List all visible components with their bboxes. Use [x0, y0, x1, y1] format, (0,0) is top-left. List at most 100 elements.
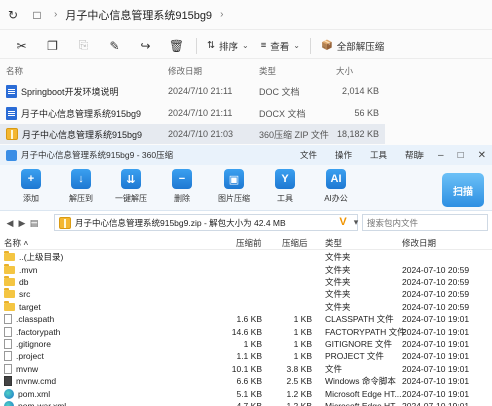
back-icon[interactable]: ◀: [4, 218, 16, 229]
archive-row[interactable]: .mvn 文件夹 2024-07-10 20:59: [0, 263, 492, 275]
file-type: 360压缩 ZIP 文件: [259, 129, 329, 140]
share-icon: ↪: [140, 38, 151, 53]
archive-row[interactable]: target 文件夹 2024-07-10 20:59: [0, 300, 492, 313]
path-bar: ◀ ▶ ▤ 月子中心信息管理系统915bg9.zip - 解包大小为 42.4 …: [0, 212, 492, 234]
menu-file[interactable]: 文件: [300, 149, 317, 161]
path-text: 月子中心信息管理系统915bg9.zip - 解包大小为 42.4 MB: [75, 217, 286, 228]
archive-row[interactable]: .classpath 1.6 KB 1 KB CLASSPATH 文件 2024-07-…: [0, 313, 492, 325]
column-date[interactable]: 修改日期: [168, 65, 202, 77]
divider: [309, 37, 311, 54]
row-type: Microsoft Edge HT...: [325, 400, 402, 406]
file-type: DOC 文档: [259, 86, 300, 97]
row-type: Windows 命令脚本: [325, 376, 396, 387]
file-size: 18,182 KB: [336, 129, 379, 139]
column-size[interactable]: 大小: [336, 65, 353, 77]
close-icon[interactable]: ✕: [478, 150, 486, 161]
column-before[interactable]: 压缩前: [236, 237, 262, 249]
archive-row[interactable]: .gitignore 1 KB 1 KB GITIGNORE 文件 2024-07-10…: [0, 338, 492, 350]
extract-icon: 📦: [320, 40, 333, 51]
menu-icon[interactable]: ≡: [418, 150, 424, 161]
edge-icon: [4, 400, 14, 406]
row-size-after: 1 KB: [293, 351, 312, 362]
chevron-right-icon: ›: [54, 9, 58, 20]
column-modified[interactable]: 修改日期: [402, 237, 436, 249]
ai-office-button[interactable]: AI AI办公: [314, 169, 358, 209]
one-click-extract-button[interactable]: ⇊ 一键解压: [109, 169, 153, 209]
search-input[interactable]: [367, 217, 487, 228]
menu-tools[interactable]: 工具: [370, 149, 387, 161]
breadcrumb: › 月子中心信息管理系统915bg9 ›: [54, 7, 223, 23]
column-name[interactable]: 名称 ˄: [4, 237, 28, 249]
file-name: 月子中心信息管理系统915bg9: [22, 129, 143, 140]
row-name: .project: [16, 351, 44, 362]
row-name: pom.xml: [18, 388, 51, 399]
extract-to-button[interactable]: ↓ 解压到: [59, 169, 103, 209]
up-folder-icon[interactable]: ▤: [28, 218, 40, 229]
scan-button[interactable]: 扫描: [442, 173, 484, 207]
menu-bar: 文件 操作 工具 帮助: [300, 145, 422, 165]
minimize-icon[interactable]: –: [438, 150, 444, 161]
row-size-before: 14.6 KB: [231, 326, 262, 337]
file-row-selected[interactable]: 月子中心信息管理系统915bg9 2024/7/10 21:03 360压缩 Z…: [0, 124, 385, 144]
delete-icon: −: [172, 169, 192, 189]
word-doc-icon: [6, 84, 17, 98]
file-row[interactable]: Springboot开发环境说明 2024/7/10 21:11 DOC 文档 …: [0, 81, 385, 101]
monitor-icon[interactable]: □: [30, 8, 44, 22]
extract-all-button[interactable]: 📦 全部解压缩: [315, 35, 390, 57]
tools-label: 工具: [277, 194, 293, 203]
add-label: 添加: [23, 194, 39, 203]
row-type: Microsoft Edge HT...: [325, 388, 402, 399]
view-button[interactable]: ≡ 查看 ⌄: [255, 35, 306, 57]
delete-button[interactable]: 🗑: [161, 35, 192, 57]
menu-operate[interactable]: 操作: [335, 149, 352, 161]
forward-icon[interactable]: ▶: [16, 218, 28, 229]
view-label: 查看: [270, 41, 290, 53]
rename-button[interactable]: ✎: [99, 35, 130, 57]
archive-row[interactable]: .project 1.1 KB 1 KB PROJECT 文件 2024-07-10 1…: [0, 350, 492, 362]
file-date: 2024/7/10 21:03: [168, 129, 234, 139]
zip-icon: [59, 216, 71, 229]
row-size-before: 5.1 KB: [236, 388, 262, 399]
column-type[interactable]: 类型: [325, 237, 342, 249]
cut-button[interactable]: ✂: [6, 35, 37, 57]
archive-row[interactable]: src 文件夹 2024-07-10 20:59: [0, 288, 492, 300]
extract-to-label: 解压到: [69, 194, 93, 203]
folder-icon: [4, 263, 15, 274]
tools-button[interactable]: Y 工具: [263, 169, 307, 209]
row-name: src: [19, 289, 31, 300]
v-badge-icon[interactable]: V: [336, 216, 350, 229]
column-type[interactable]: 类型: [259, 65, 276, 77]
archive-row[interactable]: .factorypath 14.6 KB 1 KB FACTORYPATH 文件 202…: [0, 325, 492, 337]
row-modified: 2024-07-10 20:59: [402, 289, 470, 300]
breadcrumb-folder[interactable]: 月子中心信息管理系统915bg9: [65, 7, 212, 23]
sort-button[interactable]: ⇅ 排序 ⌄: [201, 35, 255, 57]
add-button[interactable]: + 添加: [9, 169, 53, 209]
window-controls: ≡ – □ ✕: [418, 145, 486, 165]
path-field[interactable]: 月子中心信息管理系统915bg9.zip - 解包大小为 42.4 MB: [54, 214, 358, 231]
maximize-icon[interactable]: □: [458, 150, 464, 161]
archive-row[interactable]: pom-war.xml 4.7 KB 1.2 KB Microsoft Edge HT…: [0, 400, 492, 406]
copy-button[interactable]: ❐: [37, 35, 68, 57]
archive-row[interactable]: ..(上级目录) 文件夹: [0, 251, 492, 263]
divider: [196, 37, 197, 54]
delete-button[interactable]: − 删除: [160, 169, 204, 209]
archive-row[interactable]: mvnw 10.1 KB 3.8 KB 文件 2024-07-10 19:01: [0, 363, 492, 375]
paste-button[interactable]: ⎘: [68, 35, 99, 57]
row-name: .gitignore: [16, 338, 51, 349]
row-modified: 2024-07-10 19:01: [402, 400, 470, 406]
column-name[interactable]: 名称: [6, 65, 23, 77]
search-box[interactable]: [362, 214, 488, 231]
trash-icon: 🗑: [168, 38, 185, 53]
archive-row[interactable]: mvnw.cmd 6.6 KB 2.5 KB Windows 命令脚本 2024-07-…: [0, 375, 492, 387]
image-compress-button[interactable]: ▣ 图片压缩: [212, 169, 256, 209]
archive-row[interactable]: pom.xml 5.1 KB 1.2 KB Microsoft Edge HT... 2…: [0, 387, 492, 399]
archive-row[interactable]: db 文件夹 2024-07-10 20:59: [0, 275, 492, 288]
row-size-before: 6.6 KB: [236, 376, 262, 387]
chevron-down-icon[interactable]: ▾: [350, 217, 362, 228]
row-type: CLASSPATH 文件: [325, 314, 394, 325]
refresh-icon[interactable]: ↻: [6, 8, 20, 22]
share-button[interactable]: ↪: [130, 35, 161, 57]
file-row[interactable]: 月子中心信息管理系统915bg9 2024/7/10 21:11 DOCX 文档…: [0, 103, 385, 123]
column-after[interactable]: 压缩后: [282, 237, 308, 249]
folder-icon: [4, 288, 15, 299]
